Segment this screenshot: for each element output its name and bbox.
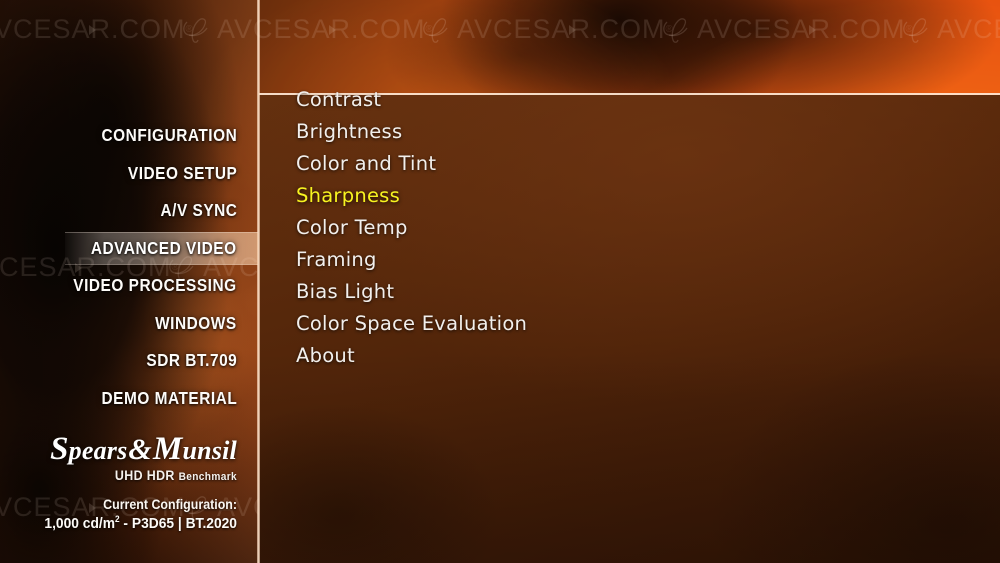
sidebar-item-video-setup[interactable]: Video Setup	[0, 155, 258, 193]
brand-logo-block: Spears&Munsil UHD HDR Benchmark Current …	[0, 432, 258, 532]
brand-m: M	[152, 431, 183, 467]
brand-subtitle-benchmark: Benchmark	[178, 470, 237, 483]
menu-item-color-and-tint[interactable]: Color and Tint	[296, 147, 527, 179]
sidebar-item-demo-material[interactable]: Demo Material	[0, 380, 258, 418]
brand-pears: pears	[68, 436, 128, 465]
menu-item-label: Bias Light	[296, 279, 395, 303]
menu-item-color-temp[interactable]: Color Temp	[296, 211, 527, 243]
menu-item-label: Color Temp	[296, 215, 408, 239]
brand-s: S	[50, 431, 69, 467]
brand-name: Spears&Munsil	[0, 432, 237, 467]
menu-item-label: Contrast	[296, 87, 382, 111]
current-configuration-label: Current Configuration:	[103, 496, 238, 512]
menu-item-label: Color Space Evaluation	[296, 311, 528, 335]
sidebar-item-advanced-video[interactable]: Advanced Video	[0, 230, 258, 268]
menu-item-label: About	[296, 343, 355, 367]
sidebar-item-label: Windows	[155, 312, 237, 333]
config-luminance: 1,000 cd/m	[44, 514, 115, 532]
sidebar-nav-list: Configuration Video Setup A/V Sync Advanced…	[0, 117, 258, 417]
sidebar-item-label: Configuration	[101, 125, 237, 146]
sidebar-item-label: Video Processing	[73, 275, 237, 296]
menu-item-about[interactable]: About	[296, 339, 527, 371]
current-configuration-value: 1,000 cd/m2 - P3D65 | BT.2020	[19, 514, 237, 532]
sidebar-item-video-processing[interactable]: Video Processing	[0, 267, 258, 305]
brand-subtitle: UHD HDR Benchmark	[19, 468, 237, 483]
advanced-video-menu-list: Contrast Brightness Color and Tint Sharpnes…	[296, 83, 527, 371]
menu-item-label: Color and Tint	[296, 151, 437, 175]
menu-item-label: Framing	[296, 247, 377, 271]
menu-item-framing[interactable]: Framing	[296, 243, 527, 275]
menu-item-contrast[interactable]: Contrast	[296, 83, 527, 115]
sidebar-item-label: Demo Material	[101, 387, 237, 408]
sidebar-item-label: Advanced Video	[91, 237, 237, 258]
sidebar-item-label: A/V Sync	[160, 200, 237, 221]
sidebar-item-windows[interactable]: Windows	[0, 305, 258, 343]
menu-item-bias-light[interactable]: Bias Light	[296, 275, 527, 307]
menu-item-color-space-evaluation[interactable]: Color Space Evaluation	[296, 307, 527, 339]
menu-item-label: Brightness	[296, 119, 403, 143]
sidebar-item-configuration[interactable]: Configuration	[0, 117, 258, 155]
brand-unsil: unsil	[182, 436, 237, 465]
menu-item-label: Sharpness	[296, 183, 401, 207]
sidebar-item-label: Video Setup	[127, 162, 237, 183]
benchmark-menu-screen: AVCESAR.COM®AVCESAR.COM®AVCESAR.COM®AVCE…	[0, 0, 1000, 563]
menu-item-brightness[interactable]: Brightness	[296, 115, 527, 147]
sidebar-item-a-v-sync[interactable]: A/V Sync	[0, 192, 258, 230]
menu-item-sharpness[interactable]: Sharpness	[296, 179, 527, 211]
brand-subtitle-uhd: UHD HDR	[114, 467, 179, 483]
sidebar-item-label: SDR BT.709	[146, 350, 237, 371]
brand-ampersand: &	[128, 433, 152, 466]
sidebar-item-sdr-bt-709[interactable]: SDR BT.709	[0, 342, 258, 380]
config-colorspace: - P3D65 | BT.2020	[119, 514, 237, 532]
